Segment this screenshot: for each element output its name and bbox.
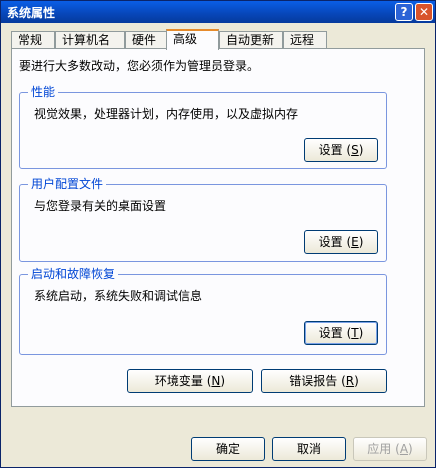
button-label: 错误报告 xyxy=(289,374,338,388)
environment-variables-button[interactable]: 环境变量 (N) xyxy=(127,369,253,393)
system-properties-window: 系统属性 ? ✕ 常规 计算机名 硬件 高级 自动更新 远程 要进行大多数改动，… xyxy=(0,0,436,468)
error-reporting-button[interactable]: 错误报告 (R) xyxy=(261,369,387,393)
ok-button[interactable]: 确定 xyxy=(191,437,265,461)
startup-recovery-description: 系统启动，系统失败和调试信息 xyxy=(34,289,203,303)
close-icon[interactable]: ✕ xyxy=(415,3,433,21)
access-key: A xyxy=(399,442,409,456)
paren: ) xyxy=(358,326,364,340)
access-key: E xyxy=(351,235,359,249)
paren: ) xyxy=(354,374,359,388)
performance-description: 视觉效果，处理器计划，内存使用，以及虚拟内存 xyxy=(34,107,299,121)
button-label: 设置 xyxy=(318,235,343,249)
access-key: R xyxy=(345,374,355,388)
user-profiles-settings-button[interactable]: 设置 (E) xyxy=(304,230,378,254)
help-icon[interactable]: ? xyxy=(395,3,413,21)
performance-group-title: 性能 xyxy=(28,85,59,99)
button-label: 设置 xyxy=(318,326,343,340)
admin-notice: 要进行大多数改动，您必须作为管理员登录。 xyxy=(19,59,260,73)
tab-computer-name[interactable]: 计算机名 xyxy=(55,31,125,49)
paren: ) xyxy=(358,235,364,249)
tab-advanced[interactable]: 高级 xyxy=(166,29,219,50)
tab-general[interactable]: 常规 xyxy=(11,31,55,49)
paren: ) xyxy=(408,442,413,456)
performance-group: 性能 视觉效果，处理器计划，内存使用，以及虚拟内存 设置 (S) xyxy=(19,85,387,169)
user-profiles-description: 与您登录有关的桌面设置 xyxy=(34,199,167,213)
access-key: S xyxy=(351,143,359,157)
title-bar[interactable]: 系统属性 ? ✕ xyxy=(1,1,435,23)
button-label: 应用 xyxy=(367,442,392,456)
window-title: 系统属性 xyxy=(7,6,56,20)
user-profiles-group-title: 用户配置文件 xyxy=(28,177,107,191)
tab-hardware[interactable]: 硬件 xyxy=(125,31,167,49)
cancel-button[interactable]: 取消 xyxy=(272,437,346,461)
paren: ) xyxy=(358,143,364,157)
startup-recovery-group-title: 启动和故障恢复 xyxy=(28,267,119,281)
tab-remote[interactable]: 远程 xyxy=(283,31,327,49)
performance-settings-button[interactable]: 设置 (S) xyxy=(304,138,378,162)
startup-recovery-group: 启动和故障恢复 系统启动，系统失败和调试信息 设置 (T) xyxy=(19,267,387,355)
user-profiles-group: 用户配置文件 与您登录有关的桌面设置 设置 (E) xyxy=(19,177,387,262)
access-key: T xyxy=(351,326,359,340)
tab-strip: 常规 计算机名 硬件 高级 自动更新 远程 xyxy=(11,29,427,50)
paren: ) xyxy=(220,374,226,388)
button-label: 设置 xyxy=(318,143,343,157)
tab-automatic-updates[interactable]: 自动更新 xyxy=(219,31,283,49)
button-label: 环境变量 xyxy=(154,374,203,388)
startup-recovery-settings-button[interactable]: 设置 (T) xyxy=(304,321,378,345)
apply-button[interactable]: 应用 (A) xyxy=(353,437,427,461)
